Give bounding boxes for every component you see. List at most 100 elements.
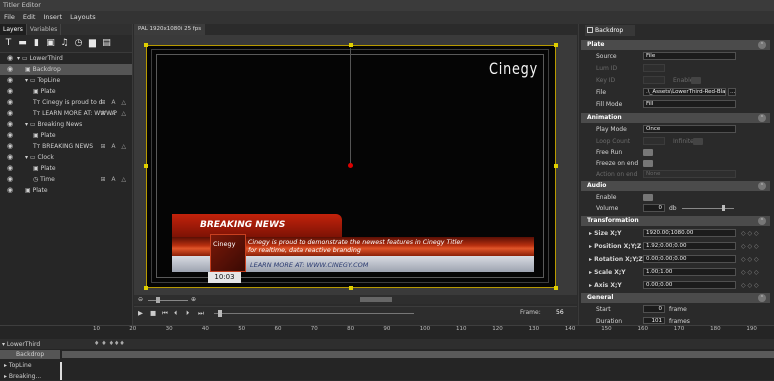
visibility-eye-icon[interactable]: ◉ xyxy=(7,141,13,152)
zoom-in-icon[interactable]: ⊕ xyxy=(191,296,196,303)
collapse-icon[interactable]: ⌃ xyxy=(758,41,766,49)
layer-controls[interactable]: ⊞ A △ xyxy=(100,174,128,185)
layer-row[interactable]: ◉ ◷ Time ⊞ A △ xyxy=(0,174,132,185)
zoom-out-icon[interactable]: ⊖ xyxy=(138,296,143,303)
section-general[interactable]: General ⌃ xyxy=(581,293,770,303)
browse-button[interactable]: … xyxy=(728,88,736,96)
visibility-eye-icon[interactable]: ◉ xyxy=(7,64,13,75)
folder-icon[interactable]: ▆ xyxy=(87,38,98,49)
layer-row[interactable]: ◉ Tт LEARN MORE AT: WWW.P ⊞ A △ xyxy=(0,108,132,119)
audio-enable-toggle[interactable] xyxy=(643,194,653,201)
position-input[interactable]: 1.92;0.00;0.00 xyxy=(643,242,736,250)
keyframe-icon[interactable]: ◇ ◇ ◇ xyxy=(741,230,759,237)
minus-box-icon[interactable]: ▬ xyxy=(17,38,28,49)
visibility-eye-icon[interactable]: ◉ xyxy=(7,174,13,185)
zoom-slider-thumb[interactable] xyxy=(156,297,160,303)
keyframe-icon[interactable]: ◇ ◇ ◇ xyxy=(741,256,759,263)
layer-row[interactable]: ◉ Tт BREAKING NEWS ⊞ A △ xyxy=(0,141,132,152)
visibility-eye-icon[interactable]: ◉ xyxy=(7,119,13,130)
source-select[interactable]: File xyxy=(643,52,736,60)
zoom-slider[interactable] xyxy=(148,300,188,301)
resize-handle-br[interactable] xyxy=(554,286,558,290)
section-audio[interactable]: Audio ⌃ xyxy=(581,181,770,191)
section-plate[interactable]: Plate ⌃ xyxy=(581,40,770,50)
layer-controls[interactable]: ⊞ A △ xyxy=(100,108,128,119)
section-animation[interactable]: Animation ⌃ xyxy=(581,113,770,123)
collapse-icon[interactable]: ⌃ xyxy=(758,114,766,122)
resize-handle-tl[interactable] xyxy=(144,43,148,47)
collapse-icon[interactable]: ⌃ xyxy=(758,294,766,302)
visibility-eye-icon[interactable]: ◉ xyxy=(7,130,13,141)
file-input[interactable]: .\_Assets\LowerThird-Red-Blank xyxy=(643,88,726,96)
collapse-icon[interactable]: ⌃ xyxy=(758,217,766,225)
visibility-eye-icon[interactable]: ◉ xyxy=(7,53,13,64)
layer-controls[interactable]: ⊞ A △ xyxy=(100,97,128,108)
layer-row[interactable]: ◉ ▣ Plate xyxy=(0,185,132,196)
visibility-eye-icon[interactable]: ◉ xyxy=(7,185,13,196)
visibility-eye-icon[interactable]: ◉ xyxy=(7,86,13,97)
layer-row[interactable]: ◉ Tт Cinegy is proud to d ⊞ A △ xyxy=(0,97,132,108)
tl-row-backdrop[interactable]: Backdrop xyxy=(0,350,60,359)
visibility-eye-icon[interactable]: ◉ xyxy=(7,152,13,163)
layer-row[interactable]: ◉ ▾ ▭ TopLine xyxy=(0,75,132,86)
text-icon[interactable]: T xyxy=(3,38,14,49)
visibility-eye-icon[interactable]: ◉ xyxy=(7,97,13,108)
start-input[interactable]: 0 xyxy=(643,305,665,313)
layer-row[interactable]: ◉ ▣ Plate xyxy=(0,86,132,97)
next-frame-icon[interactable]: ⏵ xyxy=(186,309,189,318)
tl-row-topline[interactable]: ▸ TopLine xyxy=(0,361,60,370)
duration-input[interactable]: 101 xyxy=(643,317,665,324)
fill-mode-select[interactable]: Fill xyxy=(643,100,736,108)
layer-controls[interactable]: ⊞ A △ xyxy=(100,141,128,152)
scrollbar-thumb[interactable] xyxy=(360,297,392,302)
visibility-eye-icon[interactable]: ◉ xyxy=(7,163,13,174)
play-mode-select[interactable]: Once xyxy=(643,125,736,133)
tab-variables[interactable]: Variables xyxy=(27,24,62,35)
freeze-toggle[interactable] xyxy=(643,160,653,167)
music-icon[interactable]: ♫ xyxy=(59,38,70,49)
menu-layouts[interactable]: Layouts xyxy=(66,11,99,24)
size-input[interactable]: 1920.00;1080.00 xyxy=(643,229,736,237)
frame-value[interactable]: 56 xyxy=(556,309,564,316)
rotation-input[interactable]: 0.00;0.00;0.00 xyxy=(643,255,736,263)
timeline-ruler[interactable]: 10 20 30 40 50 60 70 80 90 100 110 120 130 140 150 160 1… xyxy=(60,326,774,338)
stop-icon[interactable]: ■ xyxy=(150,309,156,317)
menu-file[interactable]: File xyxy=(0,11,19,24)
anchor-point[interactable] xyxy=(348,163,353,168)
visibility-eye-icon[interactable]: ◉ xyxy=(7,75,13,86)
volume-slider-thumb[interactable] xyxy=(722,205,725,211)
play-icon[interactable]: ▶ xyxy=(138,309,143,317)
frame-scrubber[interactable] xyxy=(214,313,414,314)
volume-input[interactable]: 0 xyxy=(643,204,665,212)
resize-handle-r[interactable] xyxy=(554,164,558,168)
layer-row[interactable]: ◉ ▾ ▭ Clock xyxy=(0,152,132,163)
layer-row[interactable]: ◉ ▾ ▭ LowerThird xyxy=(0,53,132,64)
layer-row[interactable]: ◉ ▾ ▭ Breaking News xyxy=(0,119,132,130)
resize-handle-l[interactable] xyxy=(144,164,148,168)
menu-insert[interactable]: Insert xyxy=(39,11,66,24)
layer-row[interactable]: ◉ ▣ Plate xyxy=(0,163,132,174)
last-frame-icon[interactable]: ⏭ xyxy=(198,309,204,318)
image-icon[interactable]: ▣ xyxy=(45,38,56,49)
keyframe-icon[interactable]: ◇ ◇ ◇ xyxy=(741,282,759,289)
collapse-icon[interactable]: ⌃ xyxy=(758,182,766,190)
menu-edit[interactable]: Edit xyxy=(19,11,40,24)
visibility-eye-icon[interactable]: ◉ xyxy=(7,108,13,119)
section-transformation[interactable]: Transformation ⌃ xyxy=(581,216,770,226)
keyframe-icon[interactable]: ◇ ◇ ◇ xyxy=(741,269,759,276)
free-run-toggle[interactable] xyxy=(643,149,653,156)
resize-handle-t[interactable] xyxy=(349,43,353,47)
resize-handle-b[interactable] xyxy=(349,286,353,290)
frame-scrubber-thumb[interactable] xyxy=(218,310,222,317)
tab-layers[interactable]: Layers xyxy=(0,24,27,35)
prev-frame-icon[interactable]: ⏴ xyxy=(174,309,177,318)
layer-row[interactable]: ◉ ▣ Plate xyxy=(0,130,132,141)
scale-input[interactable]: 1.00;1.00 xyxy=(643,268,736,276)
layer-row[interactable]: ◉ ▣ Backdrop xyxy=(0,64,132,75)
resize-handle-tr[interactable] xyxy=(554,43,558,47)
axis-input[interactable]: 0.00;0.00 xyxy=(643,281,736,289)
volume-slider[interactable] xyxy=(682,208,734,209)
clock-icon[interactable]: ◷ xyxy=(73,38,84,49)
resize-handle-bl[interactable] xyxy=(144,286,148,290)
film-icon[interactable]: ▤ xyxy=(101,38,112,49)
